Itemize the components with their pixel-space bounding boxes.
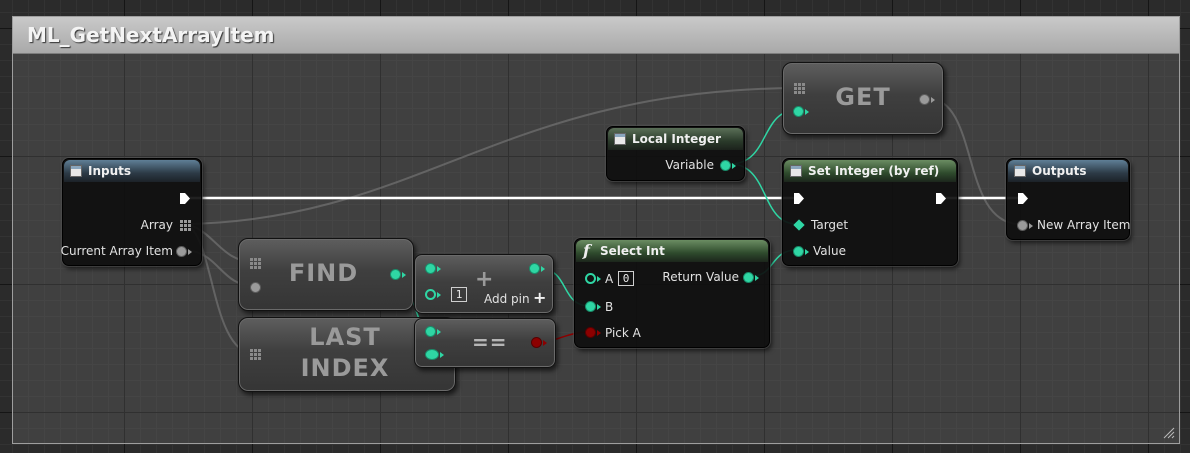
pin-arrow-icon — [437, 266, 441, 272]
exec-in-pin-icon[interactable] — [793, 192, 805, 205]
get-index-pin[interactable] — [793, 106, 804, 117]
target-pin[interactable] — [793, 219, 805, 231]
exec-pin-icon[interactable] — [1017, 192, 1029, 205]
pin-arrow-icon — [402, 272, 406, 278]
pin-arrow-icon — [437, 292, 441, 298]
exec-pin-icon[interactable] — [179, 192, 191, 205]
select-b-label: B — [605, 300, 614, 314]
set-integer-node[interactable]: Set Integer (by ref) Target Value — [782, 158, 958, 266]
current-array-item-pin[interactable] — [176, 246, 187, 257]
equals-node[interactable]: == — [414, 318, 556, 368]
add-pin-plus-icon[interactable]: + — [533, 288, 546, 307]
function-icon: f — [583, 241, 590, 260]
find-label: FIND — [288, 259, 359, 287]
local-integer-header[interactable]: Local Integer — [608, 128, 743, 150]
inputs-node-title: Inputs — [88, 164, 132, 178]
pin-arrow-icon — [541, 266, 545, 272]
find-output-pin[interactable] — [390, 269, 401, 280]
equals-a-pin[interactable] — [425, 326, 436, 337]
array-icon[interactable] — [180, 220, 191, 231]
pick-a-pin[interactable] — [585, 327, 596, 338]
new-array-item-pin-label: New Array Item — [1037, 218, 1131, 232]
set-integer-title: Set Integer (by ref) — [808, 164, 940, 178]
equals-b-pin[interactable] — [425, 349, 439, 360]
pin-arrow-icon — [931, 97, 935, 103]
pin-arrow-icon — [437, 329, 441, 335]
new-array-item-pin[interactable] — [1017, 220, 1028, 231]
local-integer-title: Local Integer — [632, 132, 721, 146]
target-pin-label: Target — [811, 218, 849, 232]
tunnel-icon — [70, 165, 82, 177]
variable-icon — [614, 133, 626, 145]
add-b-pin[interactable] — [425, 289, 436, 300]
grip-icon — [250, 349, 261, 360]
get-node[interactable]: GET — [782, 62, 944, 135]
pin-arrow-icon — [805, 249, 809, 255]
get-output-pin[interactable] — [919, 94, 930, 105]
value-pin-label: Value — [813, 244, 846, 258]
select-int-title: Select Int — [600, 244, 665, 258]
last-index-label-line1: LAST — [309, 323, 381, 351]
add-b-value-input[interactable]: 1 — [451, 287, 467, 302]
find-node[interactable]: FIND — [238, 238, 414, 311]
exec-out-pin-icon[interactable] — [935, 192, 947, 205]
add-output-pin[interactable] — [529, 263, 540, 274]
variable-pin[interactable] — [720, 160, 731, 171]
local-integer-node[interactable]: Local Integer Variable — [606, 126, 745, 181]
equals-operator-label: == — [472, 330, 508, 354]
pin-arrow-icon — [543, 340, 547, 346]
select-a-label: A — [605, 272, 614, 286]
pin-arrow-icon — [597, 330, 601, 336]
value-pin[interactable] — [793, 246, 804, 257]
variable-pin-label: Variable — [665, 158, 714, 172]
set-integer-header[interactable]: Set Integer (by ref) — [784, 160, 956, 182]
last-index-label-line2: INDEX — [300, 354, 390, 382]
current-array-item-pin-label: Current Array Item — [60, 244, 173, 258]
add-a-pin[interactable] — [425, 263, 436, 274]
outputs-node-title: Outputs — [1032, 164, 1087, 178]
pin-arrow-icon — [597, 304, 601, 310]
add-node[interactable]: 1 + Add pin + — [414, 254, 554, 314]
add-pin-label[interactable]: Add pin — [484, 292, 530, 306]
equals-output-pin[interactable] — [531, 337, 542, 348]
inputs-node-header[interactable]: Inputs — [64, 160, 200, 182]
pin-arrow-icon — [805, 109, 809, 115]
outputs-node[interactable]: Outputs New Array Item — [1006, 158, 1130, 240]
return-value-pin[interactable] — [743, 272, 754, 283]
outputs-node-header[interactable]: Outputs — [1008, 160, 1128, 182]
add-operator-label: + — [475, 267, 494, 292]
pin-arrow-icon — [440, 352, 444, 358]
pin-arrow-icon — [188, 249, 192, 255]
select-a-value-input[interactable]: 0 — [618, 271, 634, 286]
tunnel-icon — [1014, 165, 1026, 177]
select-int-node[interactable]: f Select Int A 0 Return Value B Pick A — [574, 238, 770, 348]
select-b-pin[interactable] — [585, 301, 596, 312]
pick-a-label: Pick A — [605, 326, 641, 340]
variable-icon — [790, 165, 802, 177]
return-value-label: Return Value — [662, 270, 739, 284]
array-pin-label: Array — [140, 218, 173, 232]
select-int-header[interactable]: f Select Int — [576, 240, 768, 262]
select-a-pin[interactable] — [585, 273, 596, 284]
pin-arrow-icon — [732, 163, 736, 169]
pin-arrow-icon — [1029, 223, 1033, 229]
pin-arrow-icon — [755, 275, 759, 281]
inputs-node[interactable]: Inputs Array Current Array Item — [60, 158, 202, 266]
pin-arrow-icon — [597, 276, 601, 282]
